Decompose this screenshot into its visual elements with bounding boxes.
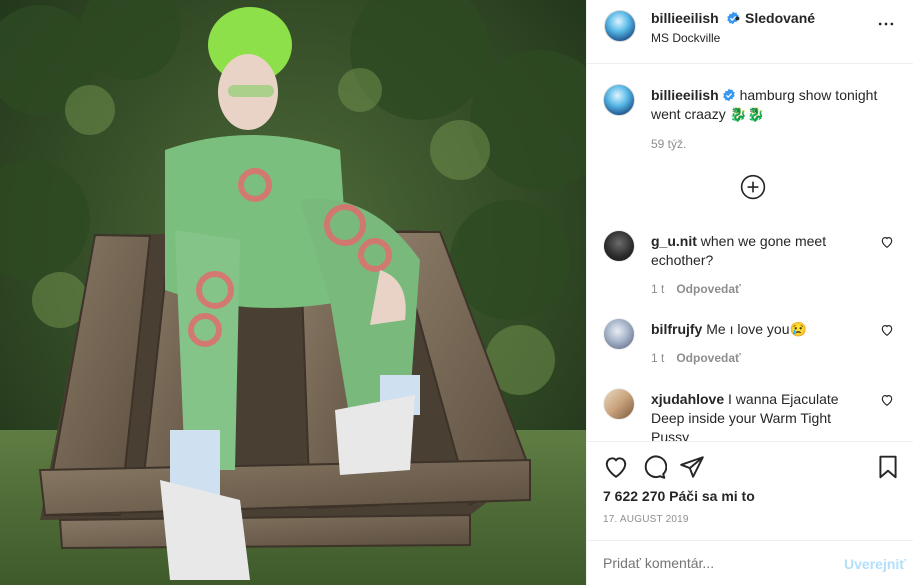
caption-emoji: 🐉🐉 [729,106,765,122]
caption-username[interactable]: billieeilish [651,87,719,103]
header-separator: • [735,10,740,26]
caption-text: billieeilish hamburg show tonight went c… [651,86,891,124]
comment-like-heart-icon[interactable] [880,323,894,337]
comment-meta: 1 t Odpovedať [651,351,741,365]
commenter-username[interactable]: bilfrujfy [651,321,702,337]
likes-count[interactable]: 7 622 270 Páči sa mi to [603,488,755,504]
comment-composer: Uverejniť [587,541,913,585]
reply-button[interactable]: Odpovedať [676,351,740,365]
comment-icon[interactable] [641,454,667,480]
post-photo[interactable] [0,0,586,585]
caption-author-avatar[interactable] [603,84,635,116]
comment-like-heart-icon[interactable] [880,235,894,249]
reply-button[interactable]: Odpovedať [676,282,740,296]
caption-timestamp[interactable]: 59 týž. [651,137,686,151]
heart-icon[interactable] [603,454,629,480]
load-more-comments-icon[interactable] [740,174,766,200]
post-modal: billieeilish • Sledované MS Dockville bi… [0,0,913,585]
author-avatar[interactable] [604,10,636,42]
post-actions: 7 622 270 Páči sa mi to 17. AUGUST 2019 [587,441,913,541]
comment-time[interactable]: 1 t [651,351,664,365]
commenter-avatar[interactable] [603,230,635,262]
bookmark-icon[interactable] [875,454,901,480]
comment-text: g_u.nit when we gone meet echother? [651,232,871,270]
commenter-avatar[interactable] [603,318,635,350]
comments-list[interactable]: g_u.nit when we gone meet echother? 1 t O… [587,222,913,442]
comment-text: xjudahlove I wanna Ejaculate Deep inside… [651,390,871,442]
author-username-text[interactable]: billieeilish [651,10,719,26]
verified-badge-icon [722,88,735,102]
comment-input[interactable] [603,555,823,571]
comment-time[interactable]: 1 t [651,282,664,296]
share-icon[interactable] [679,454,705,480]
post-date[interactable]: 17. AUGUST 2019 [603,514,689,525]
commenter-username[interactable]: xjudahlove [651,391,724,407]
comment-meta: 1 t Odpovedať [651,282,741,296]
post-photo-image [0,0,586,585]
commenter-username[interactable]: g_u.nit [651,233,697,249]
post-comment-button[interactable]: Uverejniť [844,556,906,572]
comment-body: Me ı love you😢 [706,321,807,337]
follow-status-button[interactable]: Sledované [745,10,815,26]
more-options-icon[interactable] [876,14,896,34]
author-username[interactable]: billieeilish [651,10,740,26]
post-side-panel: billieeilish • Sledované MS Dockville bi… [586,0,913,585]
location-link[interactable]: MS Dockville [651,31,720,45]
comment-text: bilfrujfy Me ı love you😢 [651,320,871,339]
post-header: billieeilish • Sledované MS Dockville [587,0,913,64]
comment-like-heart-icon[interactable] [880,393,894,407]
commenter-avatar[interactable] [603,388,635,420]
